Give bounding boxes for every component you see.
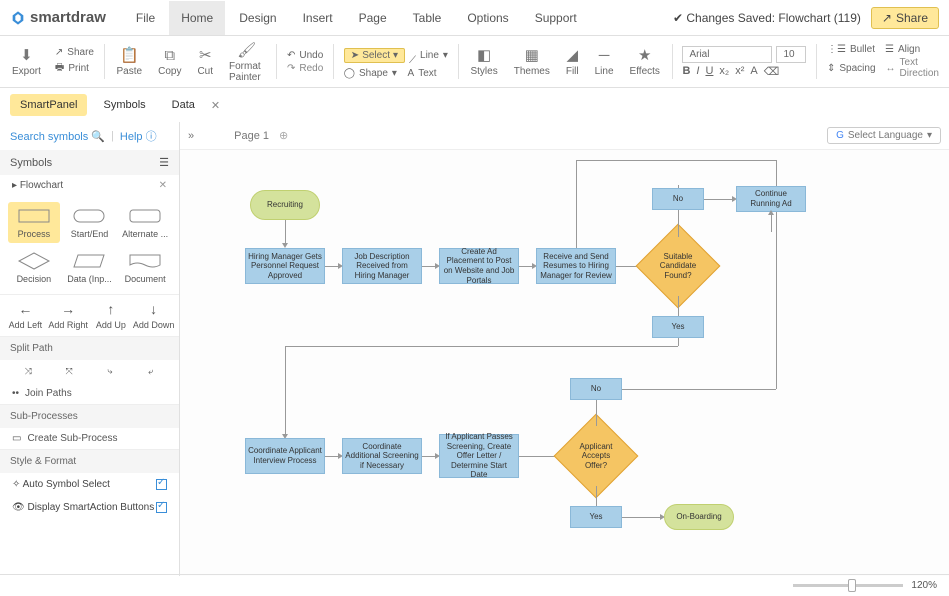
superscript-button[interactable]: x² bbox=[735, 65, 744, 78]
share-button[interactable]: ↗ Share bbox=[871, 7, 939, 29]
join-paths-button[interactable]: •• Join Paths bbox=[0, 383, 179, 404]
smartaction-toggle[interactable]: 👁 Display SmartAction Buttons bbox=[0, 496, 179, 519]
shape-data[interactable]: Data (Inp... bbox=[64, 247, 116, 288]
node-job-desc[interactable]: Job Description Received from Hiring Man… bbox=[342, 248, 422, 284]
subprocess-heading: Sub-Processes bbox=[0, 404, 179, 428]
redo-button[interactable]: ↷ Redo bbox=[287, 63, 323, 74]
node-suitable-candidate[interactable]: Suitable Candidate Found? bbox=[648, 236, 708, 296]
font-select[interactable]: Arial bbox=[682, 46, 772, 63]
save-status: ✔ Changes Saved: Flowchart (119) bbox=[673, 11, 861, 25]
zoom-slider[interactable] bbox=[793, 584, 903, 587]
library-dropdown[interactable]: ▸ Flowchart bbox=[12, 180, 63, 191]
node-receive-resumes[interactable]: Receive and Send Resumes to Hiring Manag… bbox=[536, 248, 616, 284]
menu-design[interactable]: Design bbox=[227, 1, 288, 35]
shape-startend[interactable]: Start/End bbox=[64, 202, 116, 243]
themes-button[interactable]: ▦Themes bbox=[508, 40, 556, 83]
node-no-1[interactable]: No bbox=[652, 188, 704, 210]
shape-decision[interactable]: Decision bbox=[8, 247, 60, 288]
add-right-button[interactable]: →Add Right bbox=[47, 301, 90, 330]
node-yes-1[interactable]: Yes bbox=[652, 316, 704, 338]
tab-smartpanel[interactable]: SmartPanel bbox=[10, 94, 87, 116]
align-button[interactable]: ☰ Align bbox=[885, 44, 920, 55]
font-color-button[interactable]: A bbox=[750, 65, 757, 78]
shape-process[interactable]: Process bbox=[8, 202, 60, 243]
language-select[interactable]: G Select Language ▾ bbox=[827, 127, 941, 144]
undo-button[interactable]: ↶ Undo bbox=[287, 50, 323, 61]
paste-button[interactable]: 📋Paste bbox=[111, 40, 149, 83]
text-direction-button[interactable]: ↔ Text Direction bbox=[886, 57, 939, 79]
add-down-button[interactable]: ↓Add Down bbox=[132, 301, 175, 330]
auto-symbol-toggle[interactable]: ✧ Auto Symbol Select bbox=[0, 473, 179, 496]
styles-button[interactable]: ◧Styles bbox=[464, 40, 503, 83]
shape-alternate[interactable]: Alternate ... bbox=[119, 202, 171, 243]
node-additional-screening[interactable]: Coordinate Additional Screening if Neces… bbox=[342, 438, 422, 474]
fill-button[interactable]: ◢Fill bbox=[560, 40, 585, 83]
clear-format-button[interactable]: ⌫ bbox=[764, 65, 780, 78]
bullet-button[interactable]: ⋮☰ Bullet bbox=[827, 44, 875, 55]
search-symbols-link[interactable]: Search symbols 🔍 bbox=[10, 130, 105, 143]
menu-icon[interactable]: ☰ bbox=[159, 156, 169, 169]
create-subprocess-button[interactable]: ▭ Create Sub-Process bbox=[0, 428, 179, 449]
select-tool[interactable]: ➤ Select ▾ ⟋ Line ▾ bbox=[344, 44, 448, 66]
shape-document[interactable]: Document bbox=[119, 247, 171, 288]
symbols-heading: Symbols bbox=[10, 157, 52, 169]
add-page-icon[interactable]: ⊕ bbox=[279, 129, 288, 142]
page-label[interactable]: Page 1 bbox=[234, 130, 269, 142]
menu-options[interactable]: Options bbox=[455, 1, 520, 35]
share-ribbon[interactable]: ↗ Share bbox=[55, 47, 94, 58]
export-button[interactable]: ⬇Export bbox=[6, 40, 47, 83]
app-logo: smartdraw bbox=[10, 9, 106, 26]
split-path-heading: Split Path bbox=[0, 336, 179, 360]
effects-button[interactable]: ★Effects bbox=[624, 40, 666, 83]
menu-page[interactable]: Page bbox=[347, 1, 399, 35]
menu-insert[interactable]: Insert bbox=[291, 1, 345, 35]
copy-button[interactable]: ⧉Copy bbox=[152, 40, 187, 83]
node-onboarding[interactable]: On-Boarding bbox=[664, 504, 734, 530]
close-panel-icon[interactable]: ✕ bbox=[211, 99, 220, 112]
help-link[interactable]: Help ⓘ bbox=[120, 128, 157, 144]
spacing-button[interactable]: ⇕ Spacing bbox=[827, 57, 876, 79]
node-coordinate-interview[interactable]: Coordinate Applicant Interview Process bbox=[245, 438, 325, 474]
format-painter-button[interactable]: 🖌Format Painter bbox=[223, 40, 270, 83]
split-up[interactable]: ⤷ bbox=[90, 366, 131, 377]
node-yes-2[interactable]: Yes bbox=[570, 506, 622, 528]
split-right[interactable]: ⤨ bbox=[8, 366, 49, 377]
node-accepts-offer[interactable]: Applicant Accepts Offer? bbox=[566, 426, 626, 486]
close-lib-icon[interactable]: ✕ bbox=[159, 180, 167, 191]
node-no-2[interactable]: No bbox=[570, 378, 622, 400]
tab-symbols[interactable]: Symbols bbox=[93, 94, 155, 116]
italic-button[interactable]: I bbox=[696, 65, 699, 78]
print-button[interactable]: 🖶 Print bbox=[55, 60, 94, 77]
style-format-heading: Style & Format bbox=[0, 449, 179, 473]
line-style-button[interactable]: ─Line bbox=[589, 40, 620, 83]
menu-file[interactable]: File bbox=[124, 1, 167, 35]
cut-button[interactable]: ✂Cut bbox=[191, 40, 219, 83]
bold-button[interactable]: B bbox=[682, 65, 690, 78]
add-left-button[interactable]: ←Add Left bbox=[4, 301, 47, 330]
node-offer-letter[interactable]: If Applicant Passes Screening, Create Of… bbox=[439, 434, 519, 478]
menu-table[interactable]: Table bbox=[401, 1, 454, 35]
node-recruiting[interactable]: Recruiting bbox=[250, 190, 320, 220]
node-continue-ad[interactable]: Continue Running Ad bbox=[736, 186, 806, 212]
tab-data[interactable]: Data bbox=[162, 94, 205, 116]
node-create-ad[interactable]: Create Ad Placement to Post on Website a… bbox=[439, 248, 519, 284]
add-up-button[interactable]: ↑Add Up bbox=[90, 301, 133, 330]
split-left[interactable]: ⤧ bbox=[49, 366, 90, 377]
split-down[interactable]: ⤶ bbox=[130, 366, 171, 377]
underline-button[interactable]: U bbox=[705, 65, 713, 78]
canvas[interactable]: Recruiting Hiring Manager Gets Personnel… bbox=[180, 150, 949, 576]
menu-home[interactable]: Home bbox=[169, 1, 225, 35]
zoom-level: 120% bbox=[911, 580, 937, 591]
expand-icon[interactable]: » bbox=[188, 130, 194, 142]
menu-support[interactable]: Support bbox=[523, 1, 589, 35]
shape-tool[interactable]: ◯ Shape ▾ A Text bbox=[344, 68, 448, 79]
font-size-select[interactable]: 10 bbox=[776, 46, 806, 63]
node-hiring-manager[interactable]: Hiring Manager Gets Personnel Request Ap… bbox=[245, 248, 325, 284]
subscript-button[interactable]: x₂ bbox=[719, 65, 729, 78]
